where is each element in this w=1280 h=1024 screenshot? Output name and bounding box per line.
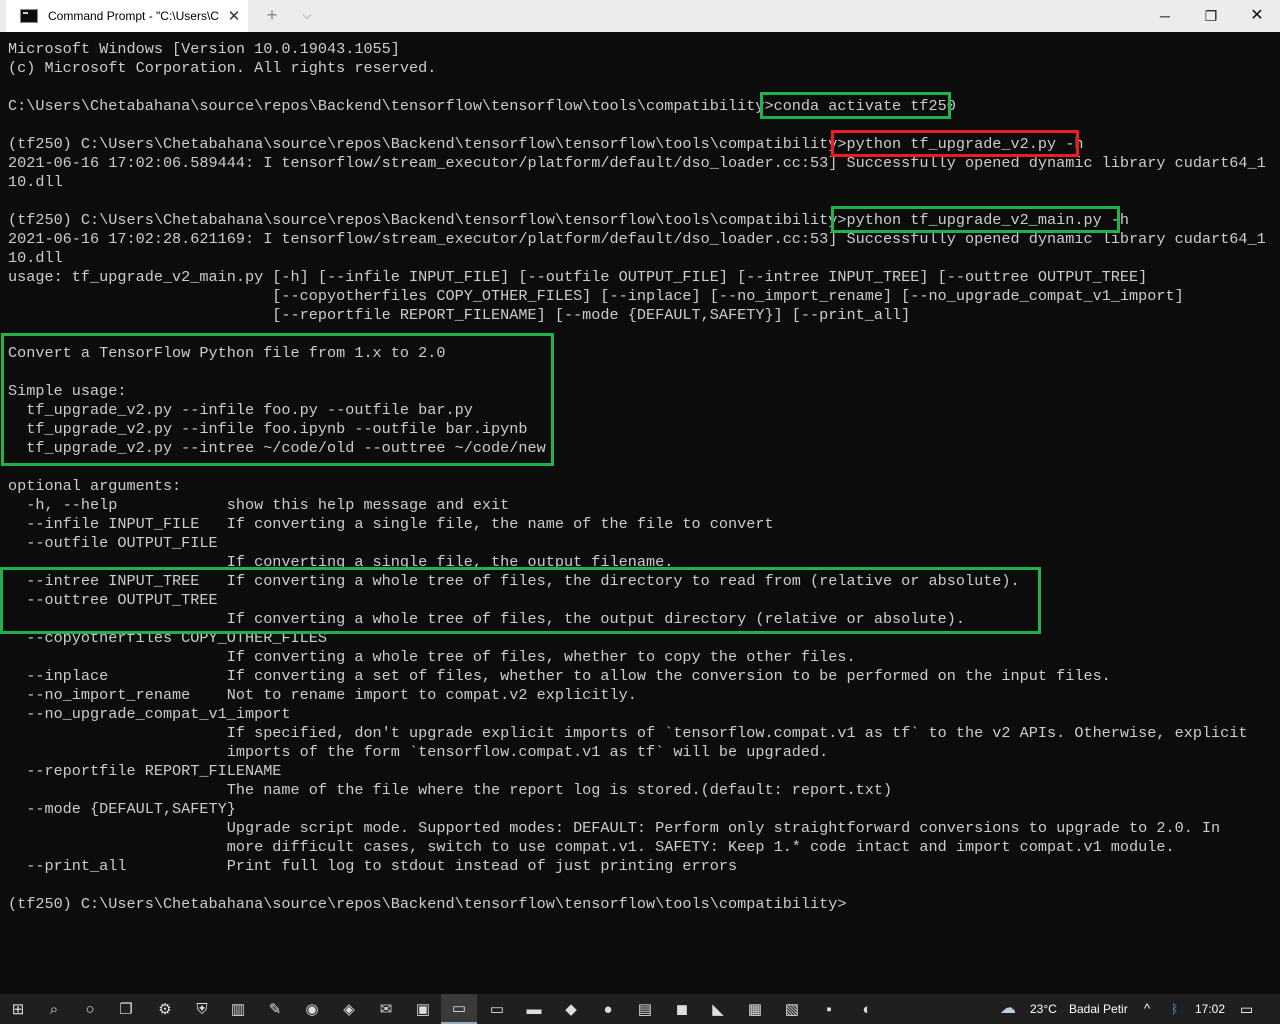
console-line: usage: tf_upgrade_v2_main.py [-h] [--inf…	[8, 268, 1148, 286]
console-line: --intree INPUT_TREE If converting a whol…	[8, 572, 1020, 590]
security-shield-icon[interactable]: ⛨	[184, 994, 220, 1024]
console-line: [--copyotherfiles COPY_OTHER_FILES] [--i…	[8, 287, 1184, 305]
console-line: (c) Microsoft Corporation. All rights re…	[8, 59, 437, 77]
console-line: -h, --help show this help message and ex…	[8, 496, 510, 514]
app-icon-5[interactable]: ●	[590, 994, 626, 1024]
console-line: more difficult cases, switch to use comp…	[8, 838, 1175, 856]
terminal-icon[interactable]: ▭	[479, 994, 515, 1024]
bluetooth-icon[interactable]: ᛒ	[1171, 994, 1178, 1024]
console-line: tf_upgrade_v2.py --infile foo.py --outfi…	[8, 401, 473, 419]
console-line: --no_upgrade_compat_v1_import	[8, 705, 291, 723]
visual-studio-icon[interactable]: ◣	[700, 994, 736, 1024]
console-line: 2021-06-16 17:02:28.621169: I tensorflow…	[8, 230, 1266, 248]
tab-command-prompt[interactable]: Command Prompt - "C:\Users\C ✕	[6, 0, 248, 32]
app-icon-3[interactable]: ◈	[331, 994, 367, 1024]
notepad-icon[interactable]: ▧	[774, 994, 810, 1024]
windows-start-icon[interactable]: ⊞	[0, 994, 36, 1024]
tray-chevron-icon[interactable]: ^	[1144, 994, 1150, 1024]
console-line: --no_import_rename Not to rename import …	[8, 686, 637, 704]
close-tab-icon[interactable]: ✕	[224, 7, 244, 25]
cortana-icon[interactable]: ○	[72, 994, 108, 1024]
store-icon[interactable]: ◼	[664, 994, 700, 1024]
pycharm-icon[interactable]: ▪	[811, 994, 847, 1024]
console-line: --infile INPUT_FILE If converting a sing…	[8, 515, 774, 533]
app-icon-7[interactable]: ▦	[737, 994, 773, 1024]
task-view-icon[interactable]: ❐	[108, 994, 144, 1024]
title-bar: Command Prompt - "C:\Users\C ✕ + ⌵ ─ ❐ ✕	[0, 0, 1280, 32]
console-line: The name of the file where the report lo…	[8, 781, 893, 799]
notification-icon[interactable]: ▭	[1240, 994, 1253, 1024]
console-line: If converting a whole tree of files, whe…	[8, 648, 856, 666]
mail-icon[interactable]: ✉	[368, 994, 404, 1024]
console-line: 10.dll	[8, 249, 63, 267]
file-explorer-icon[interactable]: ▬	[516, 994, 552, 1024]
minimize-button[interactable]: ─	[1142, 0, 1188, 32]
tab-dropdown-icon[interactable]: ⌵	[297, 5, 317, 25]
weather-text[interactable]: Badai Petir	[1069, 994, 1128, 1024]
console-line: --mode {DEFAULT,SAFETY}	[8, 800, 236, 818]
command-prompt-icon[interactable]: ▭	[441, 994, 477, 1024]
console-line: 2021-06-16 17:02:06.589444: I tensorflow…	[8, 154, 1266, 172]
console-line: (tf250) C:\Users\Chetabahana\source\repo…	[8, 135, 1084, 153]
console-line: If converting a whole tree of files, the…	[8, 610, 965, 628]
console-line: (tf250) C:\Users\Chetabahana\source\repo…	[8, 211, 1130, 229]
app-icon-2[interactable]: ✎	[257, 994, 293, 1024]
command-prompt-tab-icon	[20, 9, 38, 23]
console-line: 10.dll	[8, 173, 63, 191]
app-icon-4[interactable]: ▣	[405, 994, 441, 1024]
console-output[interactable]: Microsoft Windows [Version 10.0.19043.10…	[0, 32, 1280, 994]
console-line: --inplace If converting a set of files, …	[8, 667, 1111, 685]
console-line: optional arguments:	[8, 477, 182, 495]
console-line: --print_all Print full log to stdout ins…	[8, 857, 738, 875]
search-icon[interactable]: ⌕	[36, 994, 72, 1024]
console-line: Simple usage:	[8, 382, 127, 400]
console-line: [--reportfile REPORT_FILENAME] [--mode {…	[8, 306, 911, 324]
close-window-button[interactable]: ✕	[1234, 0, 1280, 32]
console-line: Microsoft Windows [Version 10.0.19043.10…	[8, 40, 400, 58]
settings-gear-icon[interactable]: ⚙	[147, 994, 183, 1024]
console-line: imports of the form `tensorflow.compat.v…	[8, 743, 829, 761]
console-line: If converting a single file, the output …	[8, 553, 674, 571]
console-line: tf_upgrade_v2.py --intree ~/code/old --o…	[8, 439, 546, 457]
weather-icon[interactable]: ☁	[1000, 994, 1016, 1024]
console-line: tf_upgrade_v2.py --infile foo.ipynb --ou…	[8, 420, 528, 438]
app-icon-6[interactable]: ▤	[627, 994, 663, 1024]
console-line: (tf250) C:\Users\Chetabahana\source\repo…	[8, 895, 847, 913]
console-line: --copyotherfiles COPY_OTHER_FILES	[8, 629, 327, 647]
edge-icon[interactable]: ◐	[849, 994, 885, 1024]
console-line: C:\Users\Chetabahana\source\repos\Backen…	[8, 97, 956, 115]
taskbar: ☁ 23°C Badai Petir ^ ᛒ 17:02 ▭ ⊞ ⌕ ○ ❐ ⚙ ⛨ ▥ ✎ ◉…	[0, 994, 1280, 1024]
console-line: If specified, don't upgrade explicit imp…	[8, 724, 1248, 742]
app-icon-1[interactable]: ▥	[220, 994, 256, 1024]
clock[interactable]: 17:02	[1195, 994, 1225, 1024]
new-tab-icon[interactable]: +	[262, 5, 282, 25]
console-line: --outtree OUTPUT_TREE	[8, 591, 218, 609]
tab-title: Command Prompt - "C:\Users\C	[48, 9, 219, 23]
restore-button[interactable]: ❐	[1188, 0, 1234, 32]
git-icon[interactable]: ◆	[553, 994, 589, 1024]
temperature[interactable]: 23°C	[1030, 994, 1057, 1024]
console-line: --reportfile REPORT_FILENAME	[8, 762, 282, 780]
github-icon[interactable]: ◉	[294, 994, 330, 1024]
console-line: Upgrade script mode. Supported modes: DE…	[8, 819, 1221, 837]
console-line: --outfile OUTPUT_FILE	[8, 534, 218, 552]
console-line: Convert a TensorFlow Python file from 1.…	[8, 344, 446, 362]
